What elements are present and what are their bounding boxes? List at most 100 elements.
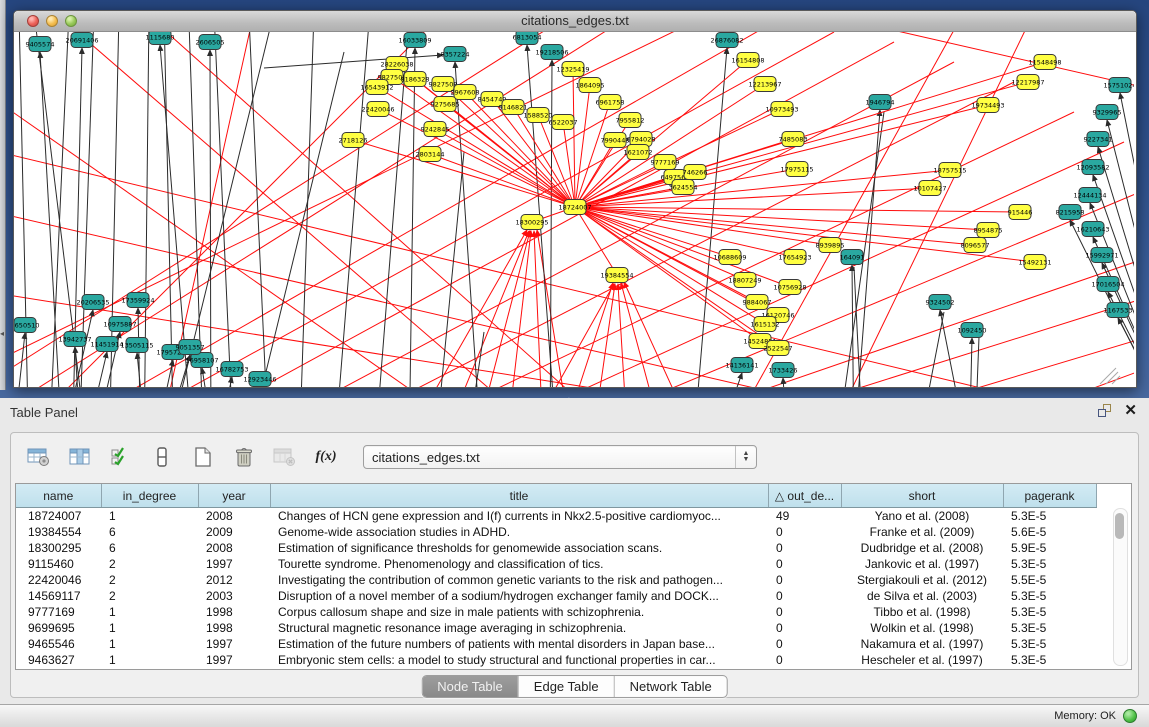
network-node[interactable]: 9884067 xyxy=(743,295,772,310)
cell-title[interactable]: Structural magnetic resonance image aver… xyxy=(270,620,768,636)
show-columns-icon[interactable] xyxy=(66,444,94,470)
network-node[interactable]: 746266 xyxy=(683,165,708,180)
cell-year[interactable]: 2008 xyxy=(198,540,270,556)
table-row[interactable]: 1456911722003Disruption of a novel membe… xyxy=(16,588,1096,604)
network-node[interactable]: 17975115 xyxy=(780,162,813,177)
network-node[interactable]: 9051357 xyxy=(176,340,205,355)
cell-short[interactable]: de Silva et al. (2003) xyxy=(841,588,1003,604)
cell-pagerank[interactable]: 5.9E-5 xyxy=(1003,540,1096,556)
network-node[interactable]: 8215958 xyxy=(1056,205,1085,220)
network-node[interactable]: 3624554 xyxy=(669,180,698,195)
cell-short[interactable]: Franke et al. (2009) xyxy=(841,524,1003,540)
cell-out_de[interactable]: 0 xyxy=(768,572,841,588)
network-node[interactable]: 13942737 xyxy=(58,332,91,347)
network-node[interactable]: 10107427 xyxy=(913,181,946,196)
cell-title[interactable]: Embryonic stem cells: a model to study s… xyxy=(270,652,768,668)
cell-name[interactable]: 14569117 xyxy=(16,588,101,604)
select-columns-icon[interactable] xyxy=(107,444,135,470)
cell-year[interactable]: 1998 xyxy=(198,620,270,636)
cell-title[interactable]: Genome-wide association studies in ADHD. xyxy=(270,524,768,540)
cell-name[interactable]: 22420046 xyxy=(16,572,101,588)
cell-year[interactable]: 2008 xyxy=(198,508,270,525)
table-row[interactable]: 1938455462009Genome-wide association stu… xyxy=(16,524,1096,540)
close-panel-icon[interactable]: ✕ xyxy=(1124,404,1137,418)
network-node[interactable]: 12213967 xyxy=(748,77,781,92)
network-node[interactable]: 16154808 xyxy=(731,53,764,68)
cell-in_degree[interactable]: 1 xyxy=(101,636,198,652)
cell-name[interactable]: 9699695 xyxy=(16,620,101,636)
network-node[interactable]: 15492131 xyxy=(1018,255,1051,270)
cell-out_de[interactable]: 0 xyxy=(768,652,841,668)
network-node[interactable]: 1115680 xyxy=(146,32,175,45)
network-node[interactable]: 16210643 xyxy=(1076,222,1109,237)
network-node[interactable]: 16033809 xyxy=(398,33,431,48)
network-node[interactable]: 7485083 xyxy=(779,132,808,147)
network-node[interactable]: 1167533 xyxy=(1104,303,1133,318)
table-vertical-scrollbar[interactable] xyxy=(1113,508,1128,666)
cell-pagerank[interactable]: 5.5E-5 xyxy=(1003,572,1096,588)
network-node[interactable]: 12217987 xyxy=(1011,75,1044,90)
cell-year[interactable]: 2012 xyxy=(198,572,270,588)
network-node[interactable]: 1621072 xyxy=(624,145,653,160)
network-node[interactable]: 1864095 xyxy=(576,78,605,93)
cell-out_de[interactable]: 49 xyxy=(768,508,841,525)
network-node[interactable]: 1092450 xyxy=(958,323,987,338)
network-node[interactable]: 8096577 xyxy=(961,238,990,253)
table-settings-icon[interactable] xyxy=(25,444,53,470)
tab-edge-table[interactable]: Edge Table xyxy=(519,676,615,697)
column-header-name[interactable]: name xyxy=(16,484,101,508)
cell-short[interactable]: Dudbridge et al. (2008) xyxy=(841,540,1003,556)
minimize-window-icon[interactable] xyxy=(46,15,58,27)
column-header-out_de[interactable]: △ out_de... xyxy=(768,484,841,508)
cell-title[interactable]: Estimation of the future numbers of pati… xyxy=(270,636,768,652)
network-node[interactable]: 9227341 xyxy=(1084,132,1113,147)
network-node[interactable]: 17016504 xyxy=(1091,277,1124,292)
cell-short[interactable]: Tibbo et al. (1998) xyxy=(841,604,1003,620)
cell-in_degree[interactable]: 2 xyxy=(101,556,198,572)
left-panel-expand-icon[interactable]: ◂ xyxy=(0,330,4,338)
cell-pagerank[interactable]: 5.3E-5 xyxy=(1003,620,1096,636)
network-node[interactable]: 8357224 xyxy=(441,47,470,62)
network-node[interactable]: 8954875 xyxy=(974,223,1003,238)
cell-pagerank[interactable]: 5.3E-5 xyxy=(1003,636,1096,652)
network-node[interactable]: 18300295 xyxy=(515,215,548,230)
network-node[interactable]: 9324502 xyxy=(926,295,955,310)
close-window-icon[interactable] xyxy=(27,15,39,27)
cell-in_degree[interactable]: 1 xyxy=(101,604,198,620)
table-row[interactable]: 1872400712008Changes of HCN gene express… xyxy=(16,508,1096,525)
cell-year[interactable]: 1997 xyxy=(198,556,270,572)
network-node[interactable]: 9777169 xyxy=(651,155,680,170)
delete-column-icon[interactable] xyxy=(230,444,258,470)
cell-title[interactable]: Tourette syndrome. Phenomenology and cla… xyxy=(270,556,768,572)
network-node[interactable]: 9275685 xyxy=(431,97,460,112)
network-node[interactable]: 2803144 xyxy=(416,147,445,162)
network-node[interactable]: 8186328 xyxy=(401,72,430,87)
cell-title[interactable]: Investigating the contribution of common… xyxy=(270,572,768,588)
cell-year[interactable]: 1997 xyxy=(198,652,270,668)
network-node[interactable]: 2718126 xyxy=(339,133,368,148)
table-row[interactable]: 911546021997Tourette syndrome. Phenomeno… xyxy=(16,556,1096,572)
cell-short[interactable]: Stergiakouli et al. (2012) xyxy=(841,572,1003,588)
cell-name[interactable]: 9465546 xyxy=(16,636,101,652)
cell-in_degree[interactable]: 6 xyxy=(101,540,198,556)
left-panel-collapsed-strip[interactable]: ◂ xyxy=(0,0,6,390)
cell-year[interactable]: 1997 xyxy=(198,636,270,652)
cell-title[interactable]: Corpus callosum shape and size in male p… xyxy=(270,604,768,620)
network-node[interactable]: 9329965 xyxy=(1093,105,1122,120)
network-node[interactable]: 6522037 xyxy=(549,115,578,130)
tab-node-table[interactable]: Node Table xyxy=(422,676,519,697)
network-node[interactable]: 10756928 xyxy=(773,280,806,295)
cell-out_de[interactable]: 0 xyxy=(768,588,841,604)
table-row[interactable]: 2242004622012Investigating the contribut… xyxy=(16,572,1096,588)
network-node[interactable]: 2606505 xyxy=(196,35,225,50)
network-view-window[interactable]: citations_edges.txt 18724007282260389827… xyxy=(13,10,1137,388)
cell-in_degree[interactable]: 6 xyxy=(101,524,198,540)
cell-title[interactable]: Disruption of a novel member of a sodium… xyxy=(270,588,768,604)
scrollbar-thumb[interactable] xyxy=(1115,513,1124,539)
cell-in_degree[interactable]: 1 xyxy=(101,620,198,636)
cell-short[interactable]: Jankovic et al. (1997) xyxy=(841,556,1003,572)
network-node[interactable]: 26876082 xyxy=(710,33,743,48)
network-node[interactable]: 6813054 xyxy=(513,32,542,45)
cell-out_de[interactable]: 0 xyxy=(768,556,841,572)
float-panel-icon[interactable] xyxy=(1098,404,1112,418)
